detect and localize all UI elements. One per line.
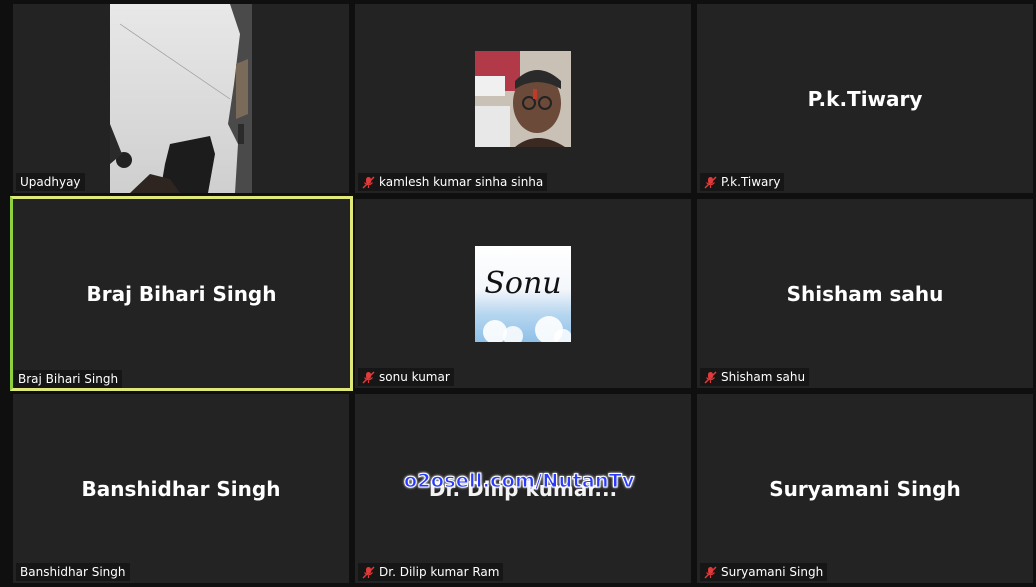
participant-tile-sonu-kumar[interactable]: Sonu sonu kumar <box>355 199 691 388</box>
participant-name-label: sonu kumar <box>358 368 454 386</box>
participant-tile-upadhyay[interactable]: Upadhyay <box>13 4 349 193</box>
participant-display-name: Banshidhar Singh <box>81 476 281 501</box>
participant-name-label: Banshidhar Singh <box>16 563 130 581</box>
participant-name-label: Shisham sahu <box>700 368 810 386</box>
video-feed-scene <box>110 4 252 193</box>
profile-photo-avatar <box>475 50 571 147</box>
participant-display-name: P.k.Tiwary <box>807 86 923 111</box>
participant-name-label: Suryamani Singh <box>700 563 828 581</box>
participant-name-label: Dr. Dilip kumar Ram <box>358 563 504 581</box>
participant-name: sonu kumar <box>379 370 450 384</box>
avatar-text: Sonu <box>484 265 562 301</box>
watermark-text: o2osell.com/NutanTv <box>404 470 635 493</box>
microphone-muted-icon <box>362 175 375 189</box>
participant-name: kamlesh kumar sinha sinha <box>379 175 544 189</box>
participant-display-name: Braj Bihari Singh <box>86 281 277 306</box>
microphone-muted-icon <box>704 175 717 189</box>
participant-name: Upadhyay <box>20 175 81 189</box>
participant-name-label: P.k.Tiwary <box>700 173 785 191</box>
participant-name-label: Upadhyay <box>16 173 85 191</box>
participant-name: P.k.Tiwary <box>721 175 781 189</box>
participant-name: Suryamani Singh <box>721 565 824 579</box>
microphone-muted-icon <box>362 565 375 579</box>
participant-name: Braj Bihari Singh <box>18 372 119 386</box>
profile-picture-avatar: Sonu <box>475 245 571 342</box>
microphone-muted-icon <box>704 565 717 579</box>
participant-tile-shisham-sahu[interactable]: Shisham sahu Shisham sahu <box>697 199 1033 388</box>
participant-name: Dr. Dilip kumar Ram <box>379 565 500 579</box>
participant-name: Shisham sahu <box>721 370 806 384</box>
participant-tile-pk-tiwary[interactable]: P.k.Tiwary P.k.Tiwary <box>697 4 1033 193</box>
participant-display-name: Suryamani Singh <box>769 476 961 501</box>
participant-tile-suryamani-singh[interactable]: Suryamani Singh Suryamani Singh <box>697 394 1033 583</box>
participant-name: Banshidhar Singh <box>20 565 126 579</box>
participant-name-label: Braj Bihari Singh <box>14 370 123 388</box>
microphone-muted-icon <box>704 370 717 384</box>
participant-display-name: Shisham sahu <box>786 281 944 306</box>
participant-tile-kamlesh[interactable]: kamlesh kumar sinha sinha <box>355 4 691 193</box>
participant-name-label: kamlesh kumar sinha sinha <box>358 173 548 191</box>
video-feed <box>110 4 252 193</box>
participant-tile-banshidhar-singh[interactable]: Banshidhar Singh Banshidhar Singh <box>13 394 349 583</box>
participant-tile-braj-bihari-singh[interactable]: Braj Bihari Singh Braj Bihari Singh <box>10 196 353 391</box>
microphone-muted-icon <box>362 370 375 384</box>
